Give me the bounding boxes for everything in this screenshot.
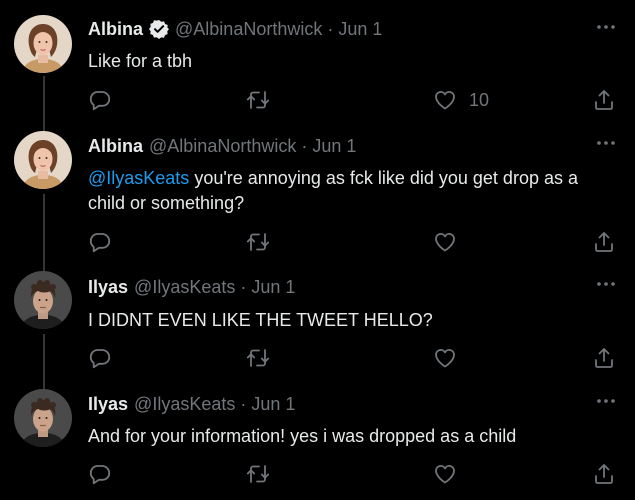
retweet-icon: [246, 462, 270, 486]
share-button[interactable]: [592, 462, 616, 486]
separator: ·: [240, 276, 247, 297]
reply-button[interactable]: [88, 346, 112, 370]
reply-button[interactable]: [88, 462, 112, 486]
tweet-date[interactable]: Jun 1: [312, 136, 356, 157]
separator: ·: [327, 18, 334, 39]
author-handle[interactable]: @AlbinaNorthwick: [149, 136, 296, 157]
heart-icon: [433, 88, 457, 112]
author-handle[interactable]: @AlbinaNorthwick: [175, 19, 322, 40]
share-icon: [592, 346, 616, 370]
reply-icon: [88, 88, 112, 112]
share-button[interactable]: [592, 88, 616, 112]
tweet-header: Albina @AlbinaNorthwick · Jun 1: [88, 17, 382, 41]
like-button[interactable]: [433, 230, 457, 254]
tweet-date[interactable]: Jun 1: [338, 19, 382, 40]
tweet-date[interactable]: Jun 1: [251, 277, 295, 298]
tweet-date[interactable]: Jun 1: [251, 394, 295, 415]
share-button[interactable]: [592, 346, 616, 370]
author-name[interactable]: Albina: [88, 19, 143, 40]
mention-link[interactable]: @IlyasKeats: [88, 168, 189, 188]
retweet-button[interactable]: [246, 88, 270, 112]
thread-line: [43, 194, 45, 272]
thread-line: [43, 334, 45, 390]
separator: ·: [301, 135, 308, 156]
avatar[interactable]: [14, 131, 72, 189]
tweet-text: @IlyasKeats you're annoying as fck like …: [88, 166, 608, 216]
reply-button[interactable]: [88, 230, 112, 254]
author-name[interactable]: Albina: [88, 136, 143, 157]
heart-icon: [433, 230, 457, 254]
retweet-button[interactable]: [246, 462, 270, 486]
retweet-icon: [246, 346, 270, 370]
retweet-button[interactable]: [246, 230, 270, 254]
reply-button[interactable]: [88, 88, 112, 112]
retweet-icon: [246, 88, 270, 112]
more-icon[interactable]: [595, 19, 617, 35]
share-button[interactable]: [592, 230, 616, 254]
like-count: 10: [469, 89, 490, 110]
tweet-text: Like for a tbh: [88, 51, 193, 71]
more-icon[interactable]: [595, 276, 617, 292]
author-handle[interactable]: @IlyasKeats: [134, 394, 235, 415]
thread-line: [43, 76, 45, 132]
retweet-icon: [246, 230, 270, 254]
author-name[interactable]: Ilyas: [88, 394, 128, 415]
tweet-header: Albina @AlbinaNorthwick · Jun 1: [88, 134, 356, 158]
heart-icon: [433, 346, 457, 370]
share-icon: [592, 88, 616, 112]
avatar[interactable]: [14, 15, 72, 73]
heart-icon: [433, 462, 457, 486]
more-icon[interactable]: [595, 135, 617, 151]
tweet-text: And for your information! yes i was drop…: [88, 426, 517, 446]
author-handle[interactable]: @IlyasKeats: [134, 277, 235, 298]
retweet-button[interactable]: [246, 346, 270, 370]
tweet-header: Ilyas @IlyasKeats · Jun 1: [88, 275, 295, 299]
more-icon[interactable]: [595, 393, 617, 409]
avatar[interactable]: [14, 389, 72, 447]
reply-icon: [88, 346, 112, 370]
separator: ·: [240, 393, 247, 414]
author-name[interactable]: Ilyas: [88, 277, 128, 298]
reply-icon: [88, 462, 112, 486]
share-icon: [592, 230, 616, 254]
like-button[interactable]: 10: [433, 88, 489, 112]
tweet-header: Ilyas @IlyasKeats · Jun 1: [88, 392, 295, 416]
like-button[interactable]: [433, 346, 457, 370]
reply-icon: [88, 230, 112, 254]
verified-badge-icon: [149, 19, 170, 39]
like-button[interactable]: [433, 462, 457, 486]
tweet-text: I DIDNT EVEN LIKE THE TWEET HELLO?: [88, 310, 433, 330]
avatar[interactable]: [14, 271, 72, 329]
share-icon: [592, 462, 616, 486]
